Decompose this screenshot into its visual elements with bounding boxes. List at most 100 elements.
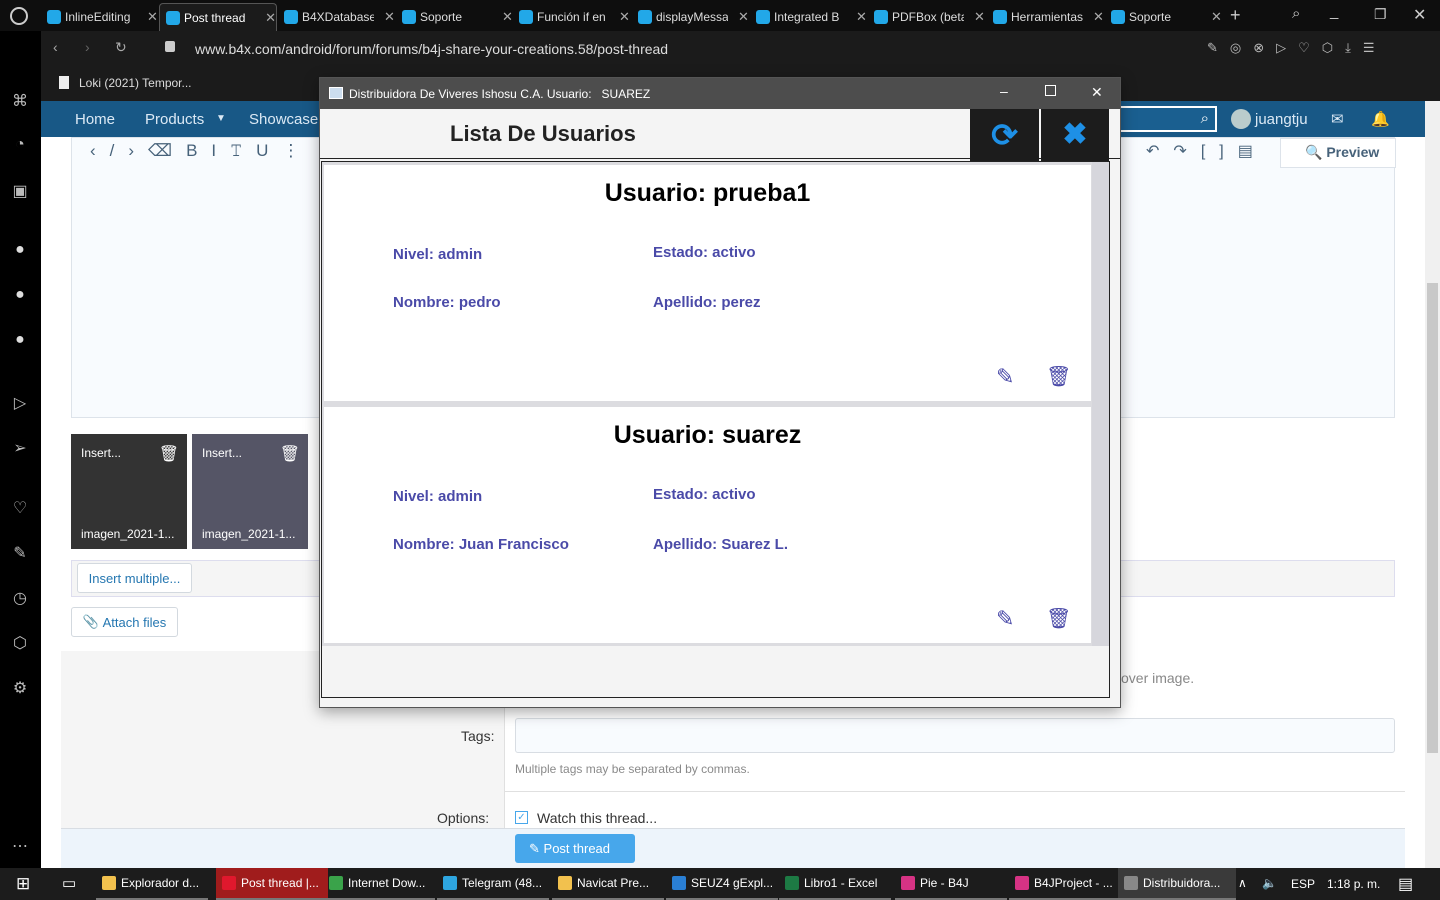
nav-showcase[interactable]: Showcase [249,111,318,128]
undo-redo-icons[interactable]: ↶↷[]▤ [1146,141,1267,161]
send-icon[interactable]: ➢ [10,438,30,458]
close-window-icon[interactable]: ✕ [1413,5,1426,25]
browser-tab[interactable]: Soporte ✕ [1105,3,1223,31]
telegram-icon[interactable]: ● [10,331,30,349]
page-scrollbar[interactable] [1425,101,1440,868]
nav-home[interactable]: Home [75,111,115,128]
reload-icon[interactable]: ↻ [115,39,127,56]
watch-label[interactable]: Watch this thread... [537,810,657,826]
browser-tab[interactable]: Función if en ✕ [513,3,631,31]
search-icon[interactable]: ⌕ [1201,110,1209,127]
close-tab-icon[interactable]: ✕ [974,9,985,25]
attachment-thumb[interactable]: Insert... 🗑 imagen_2021-1... [71,434,187,549]
scrollbar-thumb[interactable] [1427,283,1438,753]
bell-icon[interactable]: 🔔 [1371,110,1390,128]
close-tab-icon[interactable]: ✕ [738,9,749,25]
trash-icon[interactable]: 🗑 [280,444,300,464]
settings-icon[interactable]: ⚙ [10,678,30,698]
speed-dial-icon[interactable]: ◔ [10,136,30,154]
close-tab-icon[interactable]: ✕ [856,9,867,25]
browser-tab[interactable]: PDFBox (beta ✕ [868,3,986,31]
taskbar-item[interactable]: Post thread |... [216,868,328,900]
history-icon[interactable]: ◷ [10,588,30,608]
close-tab-icon[interactable]: ✕ [619,9,630,25]
browser-tab[interactable]: Integrated B ✕ [750,3,868,31]
preview-button[interactable]: 🔍 Preview [1280,138,1396,168]
minimize-icon[interactable]: _ [1330,3,1338,20]
close-tab-icon[interactable]: ✕ [1211,9,1222,25]
close-tab-icon[interactable]: ✕ [265,10,276,26]
search-input[interactable]: ⌕ [1119,106,1217,132]
taskbar-item[interactable]: Libro1 - Excel [779,868,891,900]
browser-tab[interactable]: displayMessage ✕ [632,3,750,31]
opera-logo-icon[interactable] [10,7,28,25]
workspace-icon[interactable]: ▣ [10,181,30,201]
nav-products[interactable]: Products [145,111,204,128]
attach-files-button[interactable]: 📎 Attach files [71,607,178,637]
avatar[interactable] [1231,109,1251,129]
taskbar-item[interactable]: Pie - B4J [895,868,1007,900]
taskbar-item[interactable]: Explorador d... [96,868,208,900]
tray-chevron-icon[interactable]: ∧ [1238,876,1247,890]
browser-tab[interactable]: B4XDatabase ✕ [278,3,396,31]
search-tabs-icon[interactable]: ⌕ [1292,5,1300,22]
gamepad-icon[interactable]: ⌘ [10,91,30,111]
editor-toolbar[interactable]: ‹/›⌫BI𝚃U⋮ [90,141,313,161]
notifications-icon[interactable]: ▤ [1398,874,1413,894]
taskbar-item[interactable]: Navicat Pre... [552,868,664,900]
heart-icon[interactable]: ♡ [10,498,30,518]
close-icon[interactable]: ✕ [1091,84,1103,101]
language-indicator[interactable]: ESP [1291,877,1315,891]
whatsapp-icon[interactable]: ● [10,286,30,304]
trash-icon[interactable]: 🗑 [159,444,179,464]
close-dialog-button[interactable]: ✖ [1041,109,1109,161]
close-tab-icon[interactable]: ✕ [1093,9,1104,25]
new-tab-icon[interactable]: + [1230,5,1241,26]
back-icon[interactable]: ‹ [53,39,58,55]
more-icon[interactable]: ⋯ [10,836,30,856]
player-icon[interactable]: ▷ [10,393,30,413]
taskbar-item[interactable]: Internet Dow... [323,868,435,900]
minimize-icon[interactable]: – [1000,83,1008,99]
refresh-button[interactable]: ⟳ [970,109,1039,161]
edit-icon[interactable]: ✎ [996,606,1014,632]
close-tab-icon[interactable]: ✕ [147,9,158,25]
post-thread-button[interactable]: ✎ Post thread [515,834,635,863]
messenger-icon[interactable]: ● [10,241,30,259]
list-scrollbar[interactable] [1092,162,1109,646]
inbox-icon[interactable]: ✉ [1331,110,1344,128]
volume-icon[interactable]: 🔈 [1262,876,1277,890]
tags-input[interactable] [515,718,1395,753]
insert-multiple-button[interactable]: Insert multiple... [77,563,192,593]
chevron-down-icon[interactable]: ▼ [216,113,226,124]
dialog-title-bar[interactable]: Distribuidora De Viveres Ishosu C.A. Usu… [320,78,1120,109]
toolbar-extension-icons[interactable]: ✎◎⊗▷♡⬡⤓☰ [1207,40,1387,56]
url-field[interactable]: www.b4x.com/android/forum/forums/b4j-sha… [195,41,668,57]
start-icon[interactable]: ⊞ [16,874,30,894]
bookmark-item[interactable]: Loki (2021) Tempor... [79,76,192,90]
forward-icon[interactable]: › [85,39,90,55]
browser-tab[interactable]: InlineEditing ✕ [41,3,159,31]
taskbar-item[interactable]: Distribuidora... [1118,868,1236,900]
browser-tab[interactable]: Soporte ✕ [396,3,514,31]
insert-overlay[interactable]: Insert... [81,446,121,460]
close-tab-icon[interactable]: ✕ [384,9,395,25]
browser-tab[interactable]: Herramientas ✕ [987,3,1105,31]
insert-overlay[interactable]: Insert... [202,446,242,460]
task-view-icon[interactable]: ▭ [62,874,76,892]
taskbar-item[interactable]: SEUZ4 gExpl... [666,868,778,900]
taskbar-item[interactable]: B4JProject - ... [1009,868,1121,900]
username-link[interactable]: juangtju [1255,111,1308,128]
clock[interactable]: 1:18 p. m. [1327,877,1380,891]
close-tab-icon[interactable]: ✕ [502,9,513,25]
browser-tab[interactable]: Post thread ✕ [159,3,277,31]
attachment-thumb[interactable]: Insert... 🗑 imagen_2021-1... [192,434,308,549]
restore-icon[interactable]: ❐ [1374,6,1387,23]
edit-icon[interactable]: ✎ [996,364,1014,390]
trash-icon[interactable]: 🗑 [1046,364,1071,389]
trash-icon[interactable]: 🗑 [1046,606,1071,631]
maximize-icon[interactable] [1045,85,1056,96]
taskbar-item[interactable]: Telegram (48... [437,868,549,900]
extensions-icon[interactable]: ⬡ [10,633,30,653]
watch-checkbox[interactable]: ✓ [515,811,528,824]
